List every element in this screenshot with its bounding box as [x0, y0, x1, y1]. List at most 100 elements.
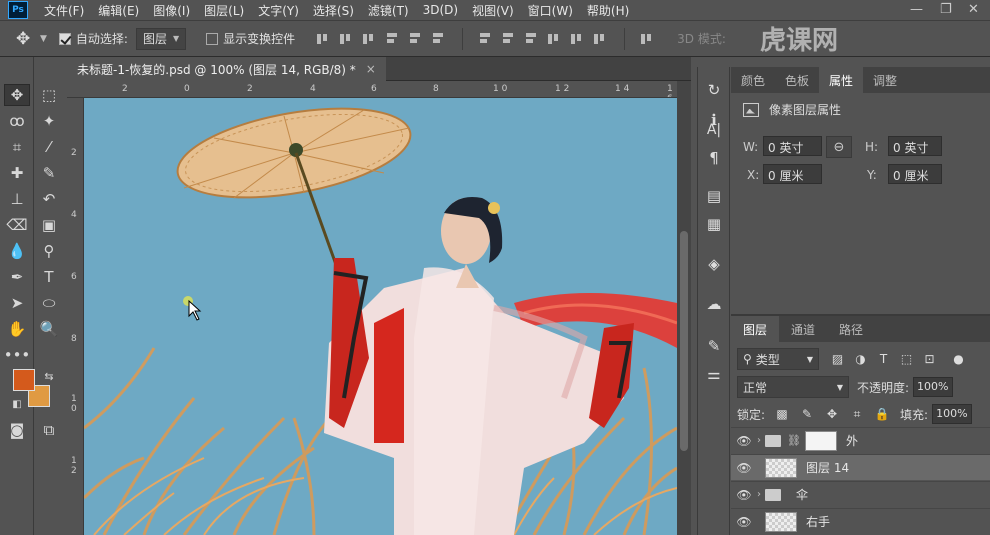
- x-field[interactable]: 0 厘米: [763, 164, 822, 184]
- history-icon[interactable]: ↻: [703, 79, 725, 101]
- canvas[interactable]: [84, 98, 677, 535]
- align-bottom-icon[interactable]: [361, 31, 375, 47]
- menu-select[interactable]: 选择(S): [313, 2, 354, 19]
- default-colors-icon[interactable]: ◧: [4, 393, 30, 415]
- marquee-tool-icon[interactable]: ⬚: [36, 84, 62, 106]
- path-select-icon[interactable]: ➤: [4, 292, 30, 314]
- align-top-icon[interactable]: [315, 31, 329, 47]
- tab-adjustments[interactable]: 调整: [863, 67, 907, 93]
- filter-pixel-icon[interactable]: ▨: [829, 351, 846, 368]
- tab-layers[interactable]: 图层: [731, 316, 780, 342]
- scroll-thumb[interactable]: [680, 231, 688, 451]
- lock-pixels-icon[interactable]: ✎: [799, 406, 815, 422]
- layer-filter-dropdown[interactable]: ⚲ 类型 ▼: [737, 348, 819, 370]
- filter-smart-object-icon[interactable]: ⊡: [921, 351, 938, 368]
- menu-filter[interactable]: 滤镜(T): [368, 2, 409, 19]
- layer-thumbnail[interactable]: [765, 511, 797, 532]
- eraser-tool-icon[interactable]: ⌫: [4, 214, 30, 236]
- lock-all-icon[interactable]: 🔒: [874, 406, 890, 422]
- auto-align-icon[interactable]: [639, 31, 653, 47]
- link-icon[interactable]: ⊖: [826, 136, 852, 158]
- quick-mask-icon[interactable]: ◙: [4, 419, 30, 441]
- chevron-right-icon[interactable]: ›: [757, 435, 761, 446]
- 3d-icon[interactable]: ◈: [703, 253, 725, 275]
- menu-help[interactable]: 帮助(H): [587, 2, 629, 19]
- layer-row[interactable]: 👁 右手: [731, 508, 990, 534]
- eye-icon[interactable]: 👁: [731, 461, 757, 475]
- menu-view[interactable]: 视图(V): [472, 2, 514, 19]
- eyedropper-icon[interactable]: ⁄: [36, 136, 62, 158]
- minimize-icon[interactable]: —: [910, 2, 923, 17]
- layer-thumbnail[interactable]: [765, 457, 797, 478]
- history-brush-icon[interactable]: ↶: [36, 188, 62, 210]
- stamp-tool-icon[interactable]: ⊥: [4, 188, 30, 210]
- filter-shape-icon[interactable]: ⬚: [898, 351, 915, 368]
- brush-tool-icon[interactable]: ✎: [36, 162, 62, 184]
- menu-layer[interactable]: 图层(L): [204, 2, 244, 19]
- screen-mode-icon[interactable]: ⧉: [36, 419, 62, 441]
- layer-row[interactable]: 👁 › ⛓ 外: [731, 427, 990, 453]
- healing-brush-icon[interactable]: ✚: [4, 162, 30, 184]
- document-tab[interactable]: 未标题-1-恢复的.psd @ 100% (图层 14, RGB/8) * ×: [67, 57, 386, 81]
- tab-color[interactable]: 颜色: [731, 67, 775, 93]
- tab-channels[interactable]: 通道: [779, 316, 827, 342]
- chevron-down-icon[interactable]: ▼: [40, 34, 47, 44]
- blur-tool-icon[interactable]: 💧: [4, 240, 30, 262]
- distribute-vcenter-icon[interactable]: [500, 31, 514, 47]
- align-vcenter-icon[interactable]: [338, 31, 352, 47]
- swap-colors-icon[interactable]: ⇆: [36, 365, 62, 387]
- blend-mode-dropdown[interactable]: 正常 ▼: [737, 376, 849, 398]
- align-left-icon[interactable]: [384, 31, 398, 47]
- lock-transparency-icon[interactable]: ▩: [774, 406, 790, 422]
- tab-paths[interactable]: 路径: [827, 316, 875, 342]
- pen-tool-icon[interactable]: ✒: [4, 266, 30, 288]
- type-tool-icon[interactable]: T: [36, 266, 62, 288]
- character-icon[interactable]: A|: [703, 119, 725, 141]
- move-tool-icon[interactable]: ✥: [4, 84, 30, 106]
- auto-select-dropdown[interactable]: 图层 ▼: [135, 27, 187, 50]
- height-field[interactable]: 0 英寸: [888, 136, 942, 156]
- lock-position-icon[interactable]: ✥: [824, 406, 840, 422]
- notes-icon[interactable]: ▦: [703, 213, 725, 235]
- tab-properties[interactable]: 属性: [819, 67, 864, 93]
- gradient-tool-icon[interactable]: ▣: [36, 214, 62, 236]
- filter-type-icon[interactable]: T: [875, 351, 892, 368]
- layer-mask-thumbnail[interactable]: [804, 430, 837, 451]
- layer-row[interactable]: 👁 › 伞: [731, 481, 990, 507]
- menu-file[interactable]: 文件(F): [44, 2, 84, 19]
- layer-row-selected[interactable]: 👁 图层 14: [731, 454, 990, 480]
- crop-tool-icon[interactable]: ⌗: [4, 136, 30, 158]
- dodge-tool-icon[interactable]: ⚲: [36, 240, 62, 262]
- opacity-field[interactable]: 100%: [913, 377, 954, 397]
- align-hcenter-icon[interactable]: [407, 31, 421, 47]
- distribute-left-icon[interactable]: [546, 31, 560, 47]
- ellipse-tool-icon[interactable]: ⬭: [36, 292, 62, 314]
- filter-adjustment-icon[interactable]: ◑: [852, 351, 869, 368]
- auto-select-checkbox[interactable]: [58, 32, 71, 45]
- filter-toggle-icon[interactable]: ●: [950, 351, 967, 368]
- close-icon[interactable]: ×: [366, 62, 376, 76]
- show-transform-checkbox[interactable]: [206, 32, 219, 45]
- vertical-scrollbar[interactable]: [677, 81, 691, 535]
- move-tool-icon[interactable]: ✥: [16, 29, 38, 49]
- chevron-right-icon[interactable]: ›: [757, 489, 761, 500]
- brush-settings-icon[interactable]: ✎: [703, 335, 725, 357]
- eye-icon[interactable]: 👁: [731, 434, 757, 448]
- width-field[interactable]: 0 英寸: [763, 136, 822, 156]
- restore-icon[interactable]: ❐: [940, 2, 952, 17]
- foreground-color-swatch[interactable]: [13, 369, 35, 391]
- tab-swatches[interactable]: 色板: [775, 67, 819, 93]
- y-field[interactable]: 0 厘米: [888, 164, 942, 184]
- menu-type[interactable]: 文字(Y): [258, 2, 299, 19]
- adjust-sliders-icon[interactable]: ⚌: [703, 363, 725, 385]
- zoom-tool-icon[interactable]: 🔍: [36, 318, 62, 340]
- hand-tool-icon[interactable]: ✋: [4, 318, 30, 340]
- distribute-hcenter-icon[interactable]: [569, 31, 583, 47]
- libraries-icon[interactable]: ▤: [703, 185, 725, 207]
- creative-cloud-icon[interactable]: ☁: [703, 293, 725, 315]
- paragraph-icon[interactable]: ¶: [703, 147, 725, 169]
- menu-image[interactable]: 图像(I): [153, 2, 190, 19]
- menu-3d[interactable]: 3D(D): [423, 3, 458, 17]
- magic-wand-icon[interactable]: ✦: [36, 110, 62, 132]
- menu-edit[interactable]: 编辑(E): [98, 2, 139, 19]
